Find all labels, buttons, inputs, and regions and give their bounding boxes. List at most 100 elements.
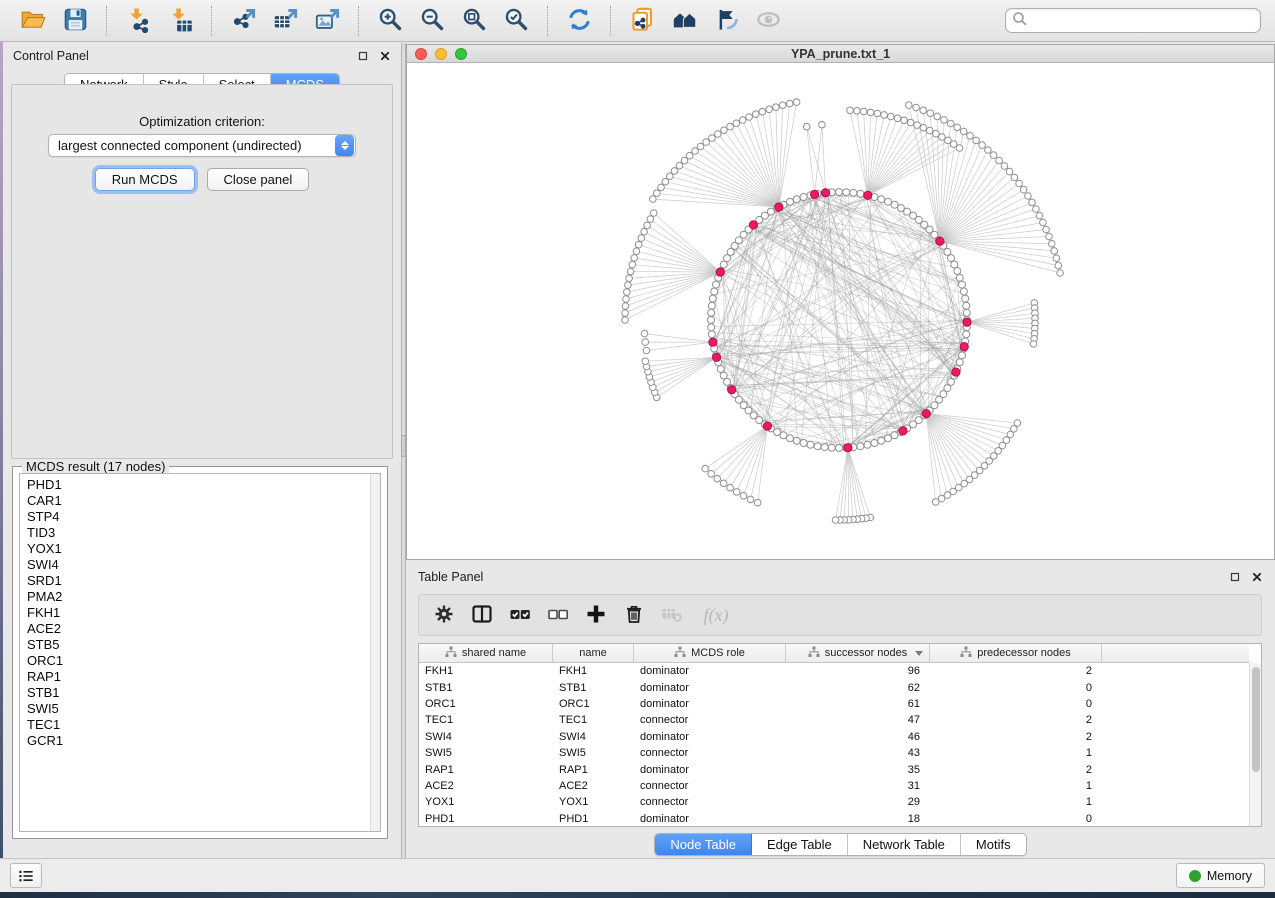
table-cell: STB1 [553, 682, 634, 694]
zoom-traffic-light[interactable] [455, 48, 467, 60]
mcds-result-item[interactable]: SWI4 [27, 557, 370, 573]
table-row[interactable]: TEC1TEC1connector472 [419, 712, 1249, 728]
flag-button[interactable] [705, 3, 747, 39]
deselect-all-button[interactable] [543, 600, 573, 630]
tab-network-table[interactable]: Network Table [848, 834, 961, 855]
zoom-selected-button[interactable] [495, 3, 537, 39]
mcds-result-item[interactable]: STB5 [27, 637, 370, 653]
search-input[interactable] [1031, 13, 1254, 29]
mcds-hub-node [844, 444, 852, 452]
eye-button[interactable] [747, 3, 789, 39]
table-row[interactable]: PHD1PHD1dominator180 [419, 811, 1249, 827]
import-table-button[interactable] [159, 3, 201, 39]
column-header-shared-name[interactable]: shared name [419, 644, 553, 662]
mcds-result-item[interactable]: ACE2 [27, 621, 370, 637]
mcds-result-item[interactable]: STP4 [27, 509, 370, 525]
refresh-button[interactable] [558, 3, 600, 39]
mcds-hub-node [775, 203, 783, 211]
table-scrollbar-track[interactable] [1249, 663, 1261, 826]
table-row[interactable]: STB1STB1dominator620 [419, 679, 1249, 695]
zoom-in-button[interactable] [369, 3, 411, 39]
network-graph-canvas[interactable] [407, 64, 1274, 559]
toolbar-separator [547, 6, 548, 36]
table-body[interactable]: FKH1FKH1dominator962STB1STB1dominator620… [419, 663, 1249, 826]
table-scrollbar-thumb[interactable] [1252, 667, 1260, 772]
minimize-traffic-light[interactable] [435, 48, 447, 60]
table-row[interactable]: ACE2ACE2connector311 [419, 778, 1249, 794]
column-header-mcds-role[interactable]: MCDS role [634, 644, 786, 662]
float-panel-icon[interactable] [356, 50, 369, 63]
doc-share-button[interactable] [621, 3, 663, 39]
zoom-out-icon [419, 6, 446, 36]
float-table-panel-icon[interactable] [1228, 571, 1241, 584]
close-panel-icon[interactable] [378, 50, 391, 63]
select-all-button[interactable] [505, 600, 535, 630]
column-header-successor-nodes[interactable]: successor nodes [786, 644, 930, 662]
tree-icon [674, 646, 686, 661]
export-network-button[interactable] [222, 3, 264, 39]
table-cell: 35 [786, 764, 930, 776]
delete-button[interactable] [619, 600, 649, 630]
mcds-result-item[interactable]: CAR1 [27, 493, 370, 509]
network-window-titlebar: YPA_prune.txt_1 [407, 45, 1274, 63]
import-network-button[interactable] [117, 3, 159, 39]
cytoscape-window: Control Panel Network Style Select MCDS … [0, 0, 1275, 898]
add-button[interactable] [581, 600, 611, 630]
mcds-result-item[interactable]: RAP1 [27, 669, 370, 685]
tab-edge-table[interactable]: Edge Table [752, 834, 848, 855]
export-image-button[interactable] [306, 3, 348, 39]
search-field[interactable] [1005, 8, 1261, 33]
mcds-result-item[interactable]: PMA2 [27, 589, 370, 605]
show-panels-list-button[interactable] [10, 863, 42, 888]
open-folder-button[interactable] [12, 3, 54, 39]
mcds-result-item[interactable]: ORC1 [27, 653, 370, 669]
memory-status-icon [1189, 870, 1201, 882]
column-header-predecessor-nodes[interactable]: predecessor nodes [930, 644, 1102, 662]
table-cell: SWI5 [419, 747, 553, 759]
mcds-result-item[interactable]: TID3 [27, 525, 370, 541]
close-table-panel-icon[interactable] [1250, 571, 1263, 584]
table-cell: ACE2 [419, 780, 553, 792]
close-panel-button[interactable]: Close panel [207, 168, 310, 191]
memory-button[interactable]: Memory [1176, 863, 1265, 888]
mcds-result-item[interactable]: GCR1 [27, 733, 370, 749]
table-row[interactable]: SWI4SWI4dominator462 [419, 729, 1249, 745]
split-view-icon [470, 602, 494, 629]
mcds-result-list[interactable]: PHD1CAR1STP4TID3YOX1SWI4SRD1PMA2FKH1ACE2… [20, 474, 370, 831]
export-table-button[interactable] [264, 3, 306, 39]
delete-table-button[interactable] [657, 600, 687, 630]
mcds-result-item[interactable]: SRD1 [27, 573, 370, 589]
zoom-out-button[interactable] [411, 3, 453, 39]
export-table-icon [272, 6, 299, 36]
table-row[interactable]: RAP1RAP1dominator352 [419, 761, 1249, 777]
tab-motifs[interactable]: Motifs [961, 834, 1026, 855]
mcds-hub-node [749, 221, 757, 229]
save-button[interactable] [54, 3, 96, 39]
fx-button[interactable]: f(x) [695, 600, 737, 630]
mcds-list-scrollbar[interactable] [370, 474, 380, 831]
column-header-name[interactable]: name [553, 644, 634, 662]
zoom-fit-button[interactable] [453, 3, 495, 39]
mcds-result-item[interactable]: SWI5 [27, 701, 370, 717]
optimization-criterion-select[interactable]: largest connected component (undirected) [48, 134, 356, 157]
table-cell: 46 [786, 731, 930, 743]
network-graph[interactable] [407, 64, 1274, 559]
table-row[interactable]: ORC1ORC1dominator610 [419, 696, 1249, 712]
mcds-result-item[interactable]: TEC1 [27, 717, 370, 733]
main-toolbar [0, 0, 1275, 42]
gear-button[interactable] [429, 600, 459, 630]
mcds-result-item[interactable]: STB1 [27, 685, 370, 701]
close-traffic-light[interactable] [415, 48, 427, 60]
houses-button[interactable] [663, 3, 705, 39]
tab-node-table[interactable]: Node Table [655, 834, 752, 855]
save-icon [62, 6, 89, 36]
table-row[interactable]: SWI5SWI5connector431 [419, 745, 1249, 761]
mcds-result-item[interactable]: YOX1 [27, 541, 370, 557]
mcds-result-item[interactable]: FKH1 [27, 605, 370, 621]
mcds-result-item[interactable]: PHD1 [27, 477, 370, 493]
table-row[interactable]: YOX1YOX1connector291 [419, 794, 1249, 810]
split-view-button[interactable] [467, 600, 497, 630]
run-mcds-button[interactable]: Run MCDS [95, 168, 195, 191]
table-row[interactable]: FKH1FKH1dominator962 [419, 663, 1249, 679]
table-cell: 0 [930, 813, 1102, 825]
